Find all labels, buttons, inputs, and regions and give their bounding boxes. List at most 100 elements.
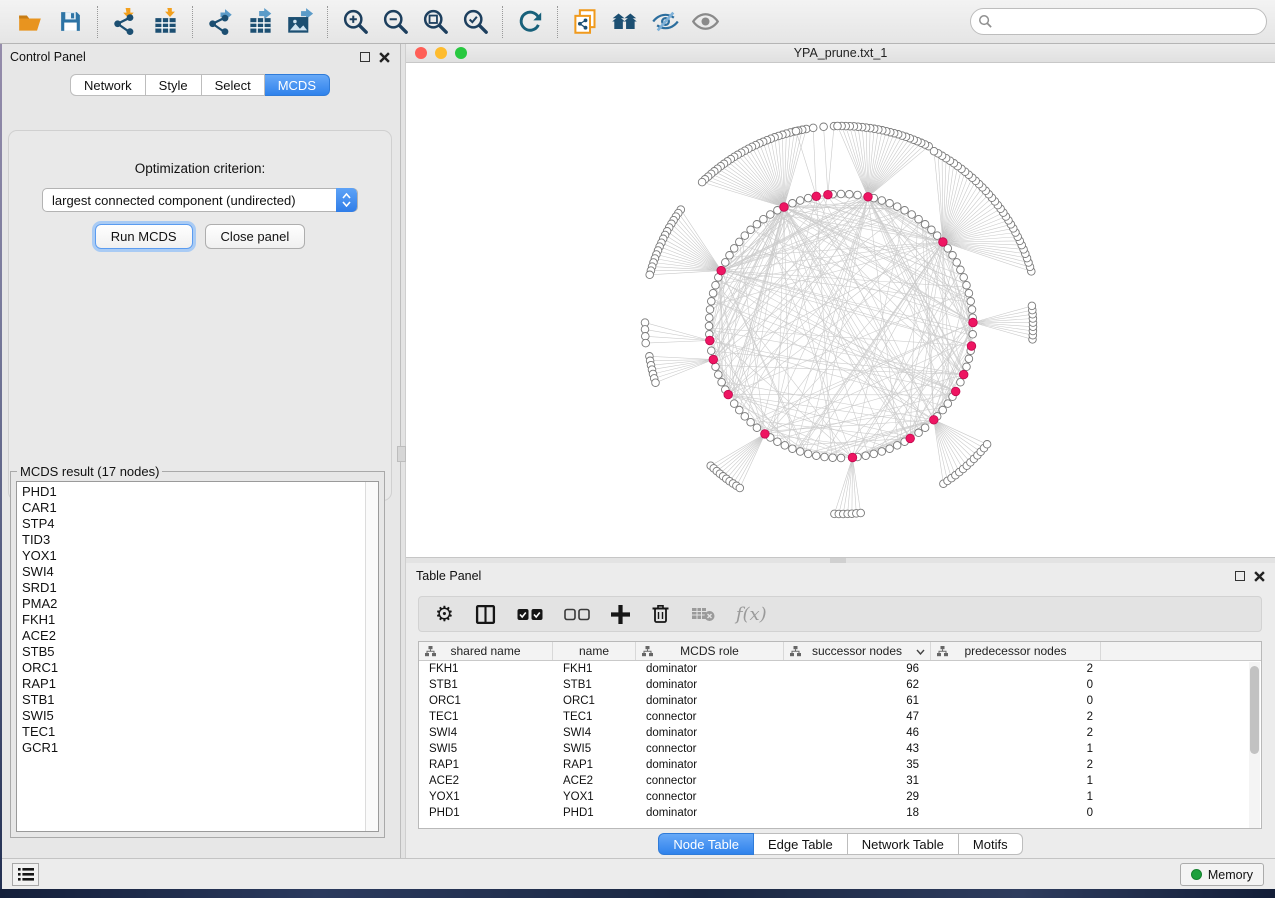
network-canvas[interactable] — [406, 63, 1275, 557]
cell-successor_nodes[interactable]: 46 — [784, 725, 931, 741]
zoom-fit-icon[interactable] — [420, 7, 450, 37]
memory-button[interactable]: Memory — [1180, 863, 1264, 886]
table-row[interactable]: ACE2ACE2connector311 — [419, 773, 1261, 789]
cell-shared_name[interactable]: ORC1 — [419, 693, 553, 709]
column-header-shared-name[interactable]: shared name — [419, 642, 553, 660]
first-neighbors-icon[interactable] — [610, 7, 640, 37]
zoom-selected-icon[interactable] — [460, 7, 490, 37]
tab-network[interactable]: Network — [70, 74, 146, 96]
deselect-all-icon[interactable] — [564, 608, 590, 621]
list-item[interactable]: ORC1 — [22, 660, 378, 676]
cell-name[interactable]: YOX1 — [553, 789, 636, 805]
list-item[interactable]: CAR1 — [22, 500, 378, 516]
zoom-in-icon[interactable] — [340, 7, 370, 37]
cell-successor_nodes[interactable]: 96 — [784, 661, 931, 677]
show-columns-icon[interactable] — [475, 604, 496, 625]
select-all-icon[interactable] — [517, 608, 543, 621]
cell-mcds_role[interactable]: dominator — [636, 757, 784, 773]
table-row[interactable]: FKH1FKH1dominator962 — [419, 661, 1261, 677]
cell-shared_name[interactable]: TEC1 — [419, 709, 553, 725]
import-network-icon[interactable] — [110, 7, 140, 37]
float-panel-icon[interactable] — [1235, 571, 1245, 581]
cell-predecessor_nodes[interactable]: 2 — [931, 661, 1101, 677]
cell-mcds_role[interactable]: dominator — [636, 677, 784, 693]
refresh-icon[interactable] — [515, 7, 545, 37]
float-panel-icon[interactable] — [360, 52, 370, 62]
cell-shared_name[interactable]: SWI5 — [419, 741, 553, 757]
table-row[interactable]: YOX1YOX1connector291 — [419, 789, 1261, 805]
export-table-icon[interactable] — [245, 7, 275, 37]
list-item[interactable]: YOX1 — [22, 548, 378, 564]
delete-column-icon[interactable] — [651, 604, 670, 624]
cell-mcds_role[interactable]: dominator — [636, 661, 784, 677]
cell-predecessor_nodes[interactable]: 1 — [931, 773, 1101, 789]
import-table-icon[interactable] — [150, 7, 180, 37]
list-item[interactable]: STP4 — [22, 516, 378, 532]
table-row[interactable]: RAP1RAP1dominator352 — [419, 757, 1261, 773]
tab-mcds[interactable]: MCDS — [265, 74, 330, 96]
cell-shared_name[interactable]: STB1 — [419, 677, 553, 693]
open-session-icon[interactable] — [15, 7, 45, 37]
cell-predecessor_nodes[interactable]: 1 — [931, 789, 1101, 805]
cell-successor_nodes[interactable]: 47 — [784, 709, 931, 725]
tab-network-table[interactable]: Network Table — [848, 833, 959, 855]
cell-successor_nodes[interactable]: 43 — [784, 741, 931, 757]
optimization-criterion-select[interactable]: largest connected component (undirected) — [42, 188, 358, 212]
close-panel-icon[interactable] — [379, 52, 390, 63]
cell-name[interactable]: RAP1 — [553, 757, 636, 773]
cell-shared_name[interactable]: RAP1 — [419, 757, 553, 773]
cell-name[interactable]: PHD1 — [553, 805, 636, 821]
list-item[interactable]: STB1 — [22, 692, 378, 708]
cell-predecessor_nodes[interactable]: 2 — [931, 757, 1101, 773]
tab-style[interactable]: Style — [146, 74, 202, 96]
show-all-icon[interactable] — [690, 7, 720, 37]
list-item[interactable]: SWI4 — [22, 564, 378, 580]
list-item[interactable]: STB5 — [22, 644, 378, 660]
tab-node-table[interactable]: Node Table — [658, 833, 754, 855]
list-item[interactable]: SWI5 — [22, 708, 378, 724]
copy-network-icon[interactable] — [570, 7, 600, 37]
run-mcds-button[interactable]: Run MCDS — [95, 224, 193, 249]
cell-predecessor_nodes[interactable]: 0 — [931, 805, 1101, 821]
cell-predecessor_nodes[interactable]: 2 — [931, 725, 1101, 741]
close-panel-button[interactable]: Close panel — [205, 224, 306, 249]
save-session-icon[interactable] — [55, 7, 85, 37]
cell-mcds_role[interactable]: connector — [636, 709, 784, 725]
cell-successor_nodes[interactable]: 31 — [784, 773, 931, 789]
cell-name[interactable]: ORC1 — [553, 693, 636, 709]
cell-successor_nodes[interactable]: 35 — [784, 757, 931, 773]
export-network-icon[interactable] — [205, 7, 235, 37]
cell-name[interactable]: ACE2 — [553, 773, 636, 789]
cell-shared_name[interactable]: ACE2 — [419, 773, 553, 789]
cell-name[interactable]: STB1 — [553, 677, 636, 693]
cell-predecessor_nodes[interactable]: 0 — [931, 693, 1101, 709]
search-input[interactable] — [970, 8, 1267, 35]
cell-mcds_role[interactable]: connector — [636, 789, 784, 805]
cell-predecessor_nodes[interactable]: 1 — [931, 741, 1101, 757]
close-panel-icon[interactable] — [1254, 571, 1265, 582]
zoom-out-icon[interactable] — [380, 7, 410, 37]
list-item[interactable]: ACE2 — [22, 628, 378, 644]
cell-shared_name[interactable]: FKH1 — [419, 661, 553, 677]
list-item[interactable]: TID3 — [22, 532, 378, 548]
tab-edge-table[interactable]: Edge Table — [754, 833, 848, 855]
column-header-MCDS-role[interactable]: MCDS role — [636, 642, 784, 660]
table-row[interactable]: SWI4SWI4dominator462 — [419, 725, 1261, 741]
cell-successor_nodes[interactable]: 62 — [784, 677, 931, 693]
cell-mcds_role[interactable]: dominator — [636, 725, 784, 741]
cell-predecessor_nodes[interactable]: 0 — [931, 677, 1101, 693]
settings-gear-icon[interactable]: ⚙ — [435, 604, 454, 625]
list-item[interactable]: PHD1 — [22, 484, 378, 500]
cell-shared_name[interactable]: YOX1 — [419, 789, 553, 805]
table-row[interactable]: TEC1TEC1connector472 — [419, 709, 1261, 725]
list-item[interactable]: FKH1 — [22, 612, 378, 628]
add-column-icon[interactable] — [611, 605, 630, 624]
list-item[interactable]: SRD1 — [22, 580, 378, 596]
table-row[interactable]: SWI5SWI5connector431 — [419, 741, 1261, 757]
tab-select[interactable]: Select — [202, 74, 265, 96]
table-row[interactable]: STB1STB1dominator620 — [419, 677, 1261, 693]
cell-predecessor_nodes[interactable]: 2 — [931, 709, 1101, 725]
cell-successor_nodes[interactable]: 61 — [784, 693, 931, 709]
cell-successor_nodes[interactable]: 29 — [784, 789, 931, 805]
cell-shared_name[interactable]: PHD1 — [419, 805, 553, 821]
